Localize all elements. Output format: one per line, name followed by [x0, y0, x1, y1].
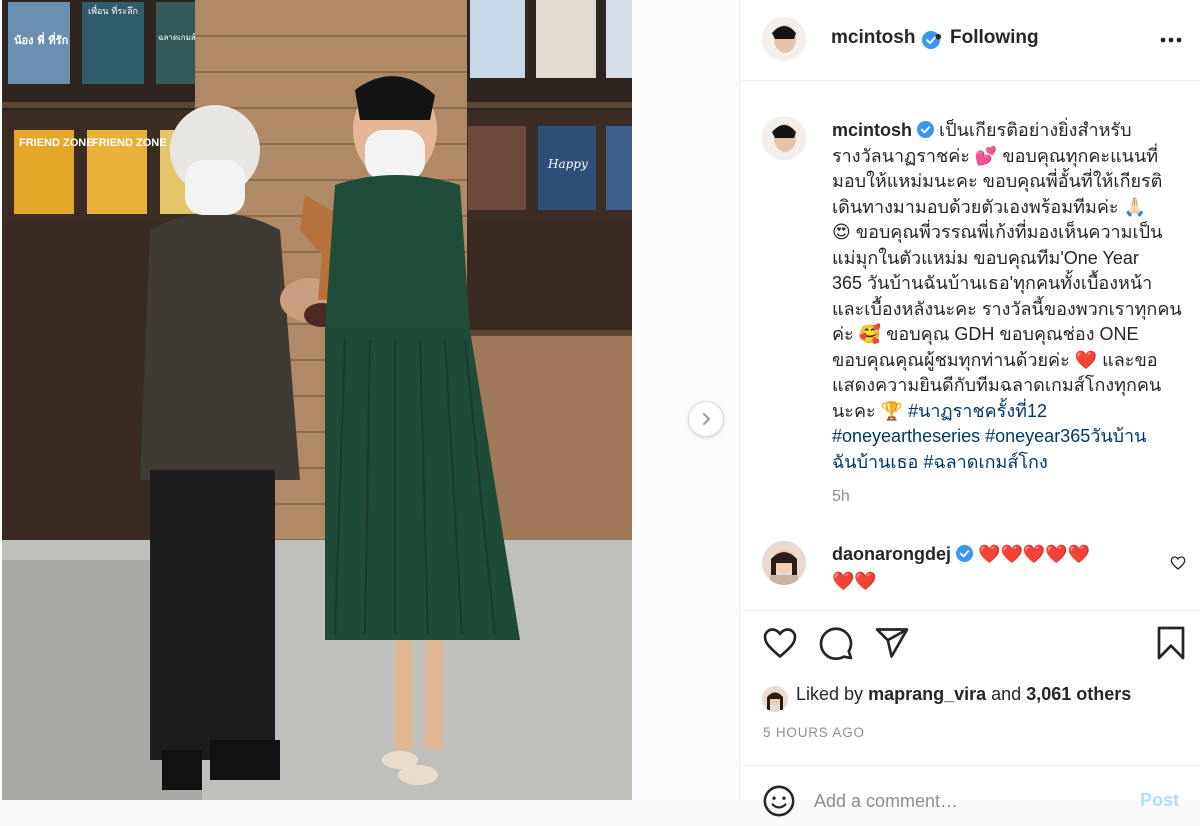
caption-line: ขอบคุณคุณผู้ชมทุกท่านด้วยค่ะ ❤️ และขอ	[832, 349, 1158, 370]
comment-icon[interactable]	[818, 625, 854, 661]
caption-line: และเบื้องหลังนะคะ รางวัลนี้ของพวกเราทุกค…	[832, 298, 1182, 319]
award-photo: น้อง พี่ ที่รัก เพื่อน ที่ระลึก ฉลาดเกมส…	[0, 0, 740, 800]
liked-by-user[interactable]: maprang_vira	[868, 684, 986, 704]
post-header: mcintosh • Following	[740, 0, 1200, 81]
caption-line: 365 วันบ้านฉันบ้านเธอ'ทุกคนทั้งเบื้องหน้…	[832, 273, 1153, 293]
instagram-post: น้อง พี่ ที่รัก เพื่อน ที่ระลึก ฉลาดเกมส…	[0, 0, 1200, 817]
action-bar	[740, 625, 1200, 669]
caption-line: แม่มุกในตัวแหม่ม ขอบคุณทีม'One Year	[832, 247, 1139, 268]
caption-line: ค่ะ 🥰 ขอบคุณ GDH ขอบคุณช่อง ONE	[832, 324, 1139, 344]
verified-badge-icon	[956, 545, 974, 562]
heart-icon[interactable]	[762, 625, 798, 661]
add-comment-bar: Post	[740, 766, 1200, 826]
post-photo[interactable]: น้อง พี่ ที่รัก เพื่อน ที่ระลึก ฉลาดเกมส…	[0, 0, 740, 800]
divider	[740, 610, 1200, 611]
more-options-icon[interactable]	[1158, 30, 1184, 50]
following-button[interactable]: Following	[950, 27, 1039, 49]
verified-badge-icon	[917, 121, 935, 138]
post-comment-button[interactable]: Post	[1140, 790, 1179, 811]
caption-line: มอบให้แหม่มนะคะ ขอบคุณพี่อั้นที่ให้เกียร…	[832, 171, 1163, 191]
poster-text-3: ฉลาดเกมส์	[158, 32, 196, 42]
hashtag-link[interactable]: ฉันบ้านเธอ	[832, 452, 918, 472]
caption-author-avatar[interactable]	[762, 116, 806, 160]
likes-connector: and	[991, 684, 1022, 704]
comment: daonarongdej ❤️❤️❤️❤️❤️ ❤️❤️	[832, 541, 1152, 595]
commenter-avatar[interactable]	[762, 541, 806, 585]
caption-line: นะคะ 🏆	[832, 400, 909, 421]
caption-username[interactable]: mcintosh	[832, 120, 912, 140]
caption-line: 😍 ขอบคุณพี่วรรณพี่เก้งที่มองเห็นความเป็น	[832, 222, 1163, 242]
author-avatar[interactable]	[762, 17, 806, 61]
share-icon[interactable]	[874, 625, 910, 661]
comment-text-line: ❤️❤️	[832, 571, 877, 592]
caption-text: mcintosh เป็นเกียรติอย่างยิ่งสำหรับ รางว…	[832, 118, 1192, 475]
caption-line: เป็นเกียรติอย่างยิ่งสำหรับ	[939, 120, 1132, 140]
author-username[interactable]: mcintosh	[831, 27, 915, 49]
caption-line: เดินทางมามอบด้วยตัวเองพร้อมทีมค่ะ 🙏🏻	[832, 196, 1146, 217]
hashtag-link[interactable]: #oneyeartheseries	[832, 426, 980, 446]
caption-age[interactable]: 5h	[832, 488, 850, 506]
post-timestamp[interactable]: 5 HOURS AGO	[763, 725, 865, 740]
likes-prefix: Liked by	[796, 684, 864, 704]
liker-avatar[interactable]	[762, 686, 788, 712]
caption-line: แสดงความยินดีกับทีมฉลาดเกมส์โกงทุกคน	[832, 375, 1162, 395]
next-photo-button[interactable]	[688, 401, 724, 437]
poster-text-1: น้อง พี่ ที่รัก	[14, 32, 69, 47]
post-side-panel: mcintosh • Following mcintosh เป็นเกียรต…	[739, 0, 1200, 817]
hashtag-link[interactable]: #oneyear365วันบ้าน	[985, 426, 1146, 446]
emoji-icon[interactable]	[762, 784, 796, 818]
caption-line: รางวัลนาฏราชค่ะ 💕 ขอบคุณทุกคะแนนที่	[832, 145, 1159, 166]
comment-like-heart-icon[interactable]	[1170, 555, 1186, 571]
poster-friendzone-2: FRIEND ZONE	[92, 137, 167, 149]
hashtag-link[interactable]: #ฉลาดเกมส์โกง	[923, 452, 1047, 472]
poster-happy: Happy	[547, 157, 588, 171]
likes-summary: Liked by maprang_vira and 3,061 others	[796, 684, 1131, 705]
comment-text-line: ❤️❤️❤️❤️❤️	[978, 544, 1091, 565]
poster-friendzone-1: FRIEND ZONE	[19, 137, 94, 149]
commenter-username[interactable]: daonarongdej	[832, 544, 951, 564]
header-separator: •	[935, 27, 942, 48]
bookmark-icon[interactable]	[1153, 625, 1189, 661]
likes-others[interactable]: 3,061 others	[1026, 684, 1131, 704]
comment-input[interactable]	[812, 790, 1096, 813]
chevron-right-icon	[703, 413, 710, 425]
hashtag-link[interactable]: #นาฏราชครั้งที่12	[908, 401, 1047, 421]
